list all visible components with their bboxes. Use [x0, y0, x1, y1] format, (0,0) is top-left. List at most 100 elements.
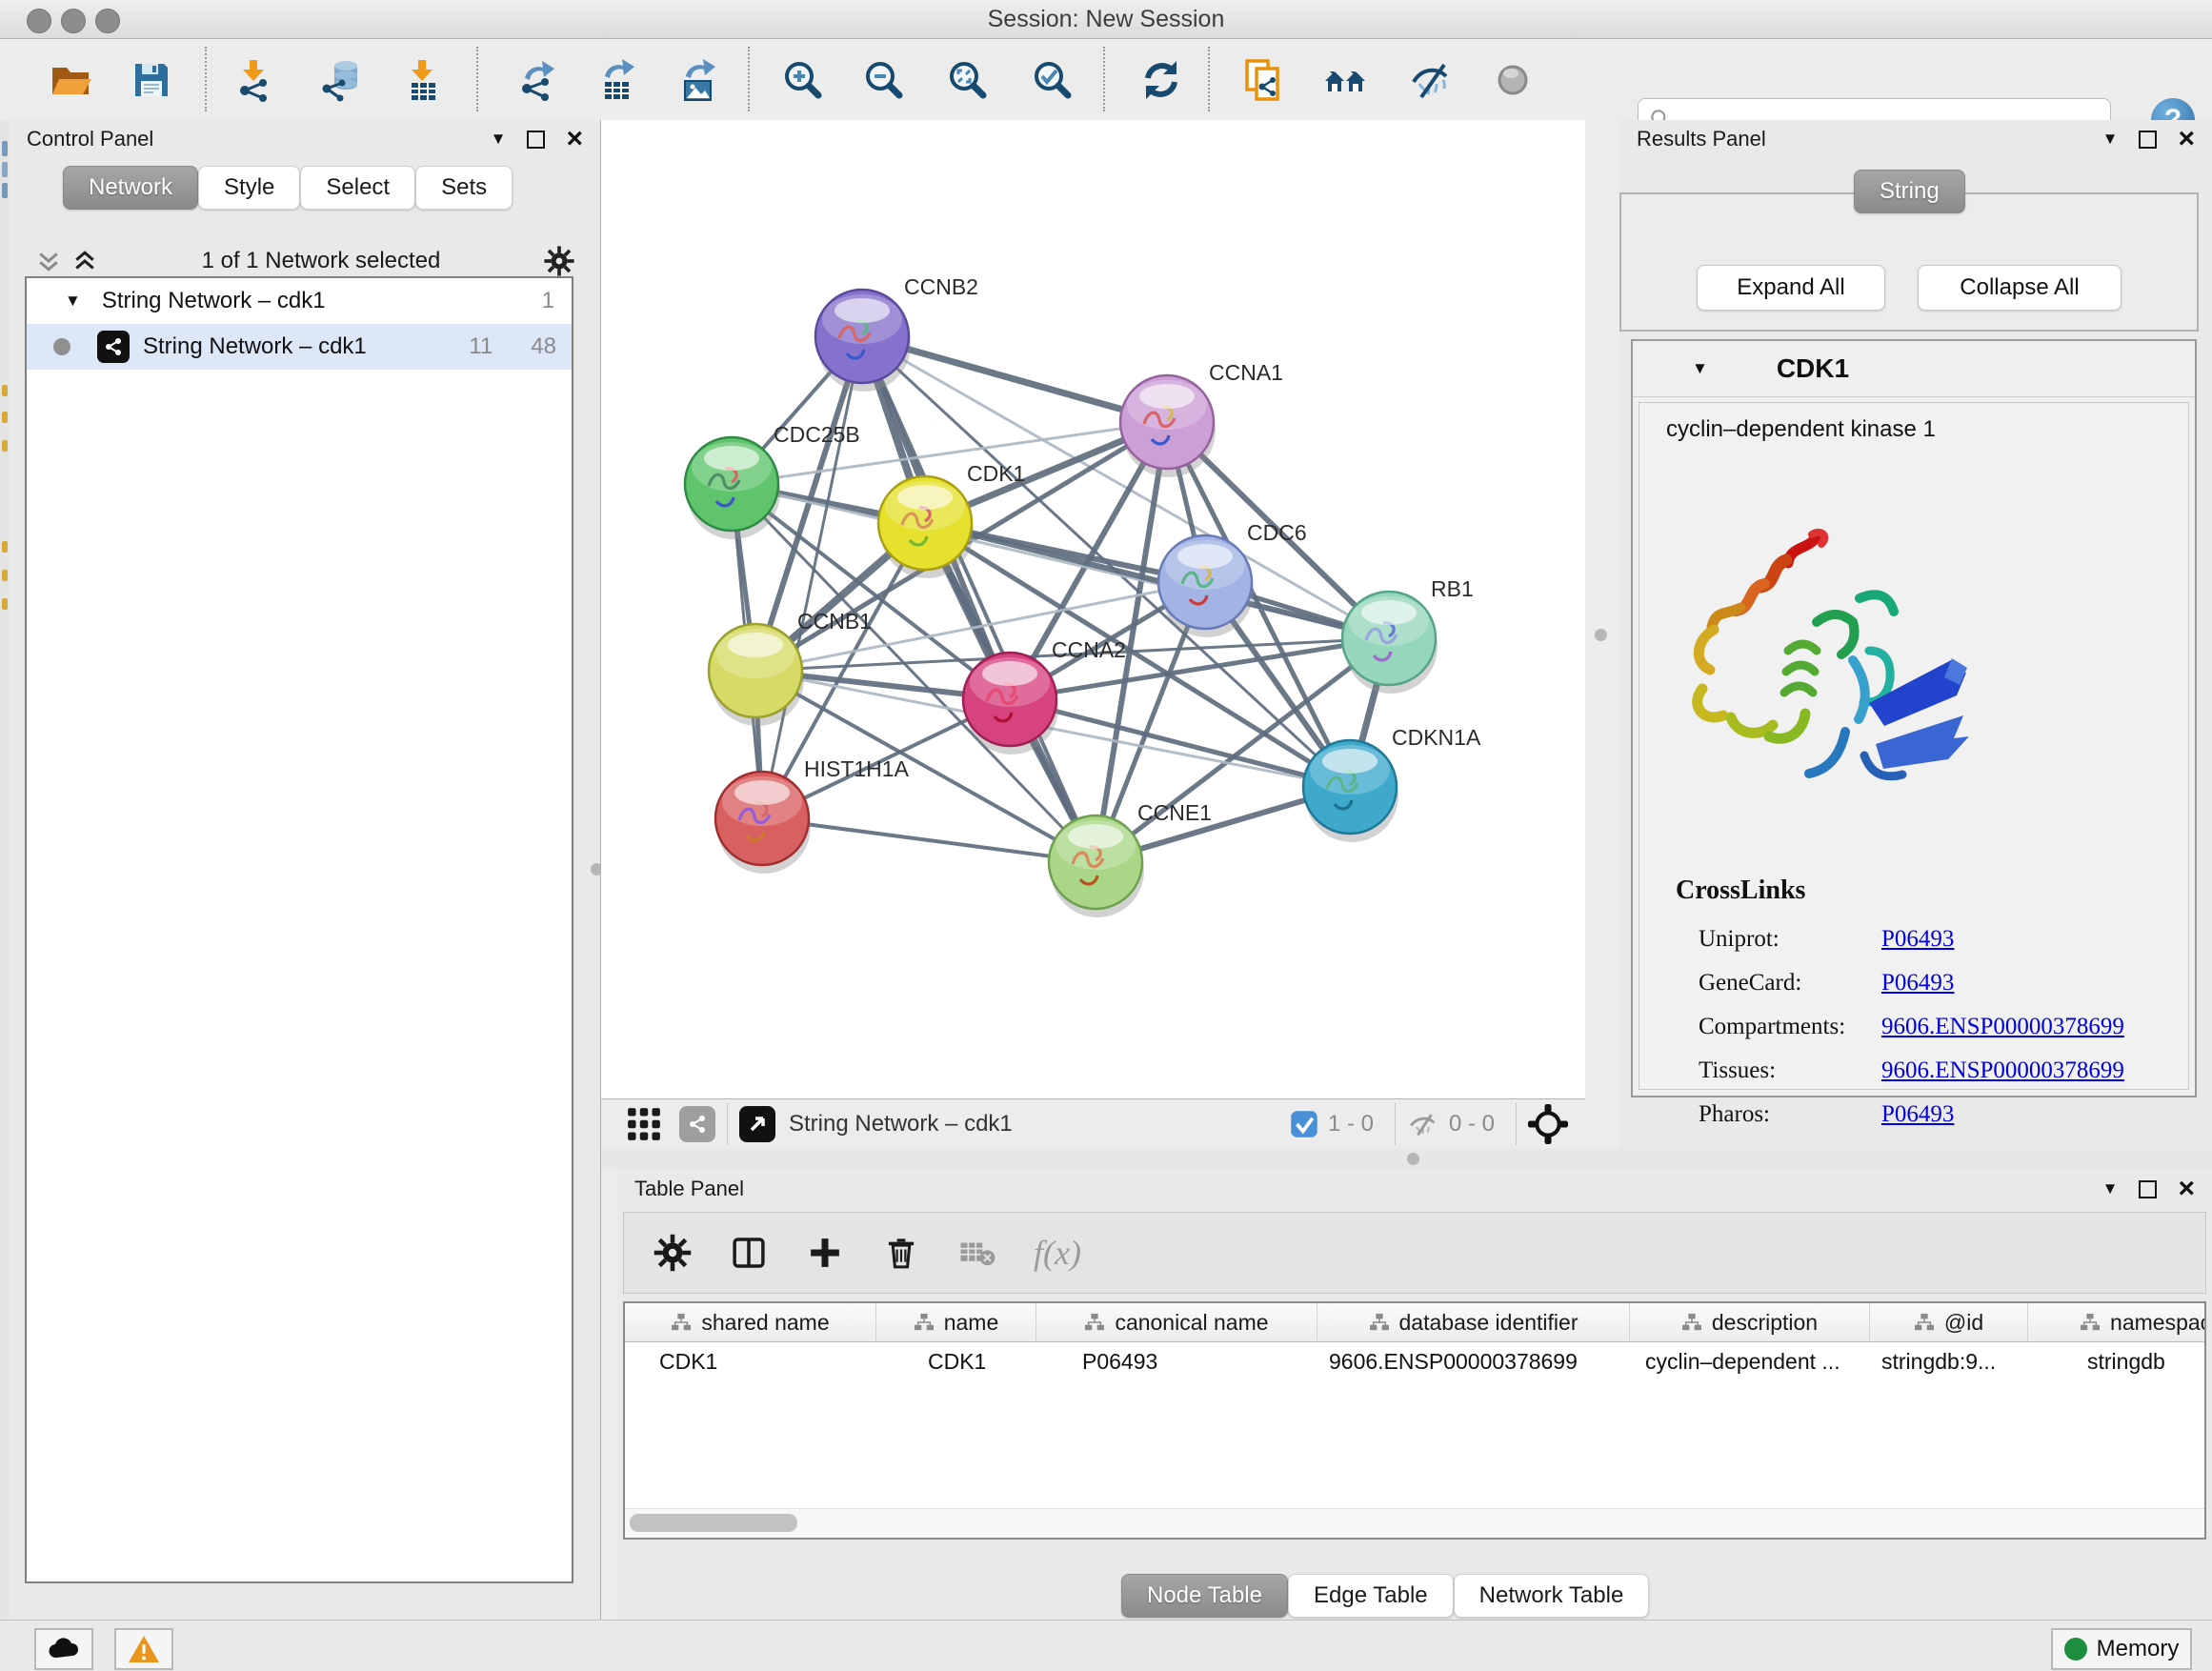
- column-header--id[interactable]: @id: [1870, 1303, 2028, 1341]
- horizontal-splitter-grip[interactable]: [1407, 1153, 1419, 1165]
- first-neighbors-button[interactable]: [1321, 56, 1369, 104]
- crosslink-label: GeneCard:: [1699, 970, 1801, 997]
- network-collection-row[interactable]: ▼ String Network – cdk1 1: [27, 278, 572, 324]
- crosslink-value-link[interactable]: P06493: [1881, 970, 1954, 997]
- expand-all-button[interactable]: Expand All: [1697, 265, 1885, 311]
- refresh-button[interactable]: [1137, 56, 1185, 104]
- network-edge[interactable]: [762, 336, 862, 818]
- collapse-all-icon[interactable]: [34, 247, 63, 275]
- network-node-CCNB2[interactable]: CCNB2: [815, 274, 978, 392]
- network-overview-button[interactable]: [679, 1106, 715, 1142]
- import-table-icon: [399, 57, 445, 103]
- node-table[interactable]: shared namenamecanonical namedatabase id…: [623, 1301, 2206, 1540]
- crosslink-value-link[interactable]: 9606.ENSP00000378699: [1881, 1014, 2124, 1040]
- maximize-panel-icon[interactable]: [2139, 131, 2157, 149]
- tab-string[interactable]: String: [1854, 170, 1965, 213]
- export-image-button[interactable]: [674, 56, 721, 104]
- zoom-selected-button[interactable]: [1029, 56, 1076, 104]
- expand-all-icon[interactable]: [70, 247, 99, 275]
- tab-network-table[interactable]: Network Table: [1454, 1574, 1650, 1618]
- close-panel-icon[interactable]: ×: [2178, 1179, 2195, 1198]
- export-table-button[interactable]: [593, 56, 640, 104]
- maximize-panel-icon[interactable]: [2139, 1180, 2157, 1198]
- column-header-canonical-name[interactable]: canonical name: [1036, 1303, 1317, 1341]
- show-columns-icon[interactable]: [729, 1233, 769, 1273]
- zoom-fit-button[interactable]: [944, 56, 992, 104]
- hidden-eye-slash-icon[interactable]: [1407, 1108, 1439, 1140]
- table-cell[interactable]: CDK1: [625, 1342, 876, 1380]
- zoom-out-button[interactable]: [860, 56, 908, 104]
- delete-column-trash-icon[interactable]: [881, 1233, 921, 1273]
- float-panel-icon[interactable]: ▼: [491, 130, 507, 149]
- network-node-RB1[interactable]: RB1: [1342, 576, 1474, 694]
- table-panel-title: Table Panel: [634, 1177, 2102, 1201]
- table-cell[interactable]: cyclin–dependent ...: [1630, 1342, 1870, 1380]
- network-row[interactable]: String Network – cdk1 11 48: [27, 324, 572, 370]
- memory-status-icon: [2064, 1638, 2087, 1661]
- float-panel-icon[interactable]: ▼: [2102, 130, 2119, 149]
- tab-edge-table[interactable]: Edge Table: [1288, 1574, 1454, 1618]
- float-panel-icon[interactable]: ▼: [2102, 1179, 2119, 1198]
- main-toolbar: ?: [0, 39, 2212, 121]
- network-edge[interactable]: [762, 818, 1096, 862]
- zoom-in-button[interactable]: [779, 56, 827, 104]
- scrollbar-thumb[interactable]: [630, 1514, 797, 1532]
- network-edge[interactable]: [862, 336, 1096, 862]
- crosshair-move-icon[interactable]: [1528, 1104, 1568, 1144]
- selected-checkbox-icon[interactable]: [1290, 1110, 1318, 1138]
- copy-style-button[interactable]: [1239, 56, 1287, 104]
- horizontal-scrollbar[interactable]: [625, 1508, 2204, 1538]
- tab-sets[interactable]: Sets: [415, 166, 513, 210]
- current-network-dot-icon: [53, 338, 70, 355]
- tab-style[interactable]: Style: [198, 166, 300, 210]
- detach-view-button[interactable]: [739, 1106, 775, 1142]
- tab-network[interactable]: Network: [63, 166, 198, 210]
- network-view-toolbar: String Network – cdk1 1 - 0 0 - 0: [601, 1098, 1585, 1150]
- add-column-plus-icon[interactable]: [805, 1233, 845, 1273]
- column-header-database-identifier[interactable]: database identifier: [1317, 1303, 1630, 1341]
- string-network-graph[interactable]: CCNB2CCNA1CDC25BCDK1CDC6RB1CCNB1CCNA2CDK…: [601, 120, 1585, 1098]
- column-header-namespace[interactable]: namespace: [2028, 1303, 2206, 1341]
- maximize-panel-icon[interactable]: [527, 131, 545, 149]
- table-cell[interactable]: stringdb: [2028, 1342, 2206, 1380]
- table-cell[interactable]: stringdb:9...: [1870, 1342, 2028, 1380]
- gear-icon[interactable]: [653, 1233, 693, 1273]
- column-header-description[interactable]: description: [1630, 1303, 1870, 1341]
- column-header-name[interactable]: name: [876, 1303, 1036, 1341]
- collapse-all-button[interactable]: Collapse All: [1918, 265, 2122, 311]
- gear-icon[interactable]: [543, 245, 575, 277]
- hide-selected-button[interactable]: [1407, 56, 1455, 104]
- import-network-icon: [231, 57, 276, 103]
- right-splitter-grip[interactable]: [1595, 629, 1607, 641]
- save-session-button[interactable]: [128, 56, 175, 104]
- import-network-from-database-button[interactable]: [318, 56, 366, 104]
- table-cell[interactable]: P06493: [1036, 1342, 1317, 1380]
- table-cell[interactable]: 9606.ENSP00000378699: [1317, 1342, 1630, 1380]
- cloud-button[interactable]: [34, 1628, 93, 1670]
- close-panel-icon[interactable]: ×: [566, 130, 583, 149]
- network-edge[interactable]: [925, 523, 1389, 638]
- close-panel-icon[interactable]: ×: [2178, 130, 2195, 149]
- import-table-button[interactable]: [398, 56, 446, 104]
- warnings-button[interactable]: [114, 1628, 173, 1670]
- grid-view-icon[interactable]: [626, 1106, 662, 1142]
- tab-select[interactable]: Select: [300, 166, 415, 210]
- import-network-button[interactable]: [230, 56, 277, 104]
- network-canvas[interactable]: CCNB2CCNA1CDC25BCDK1CDC6RB1CCNB1CCNA2CDK…: [601, 120, 1586, 1098]
- tab-node-table[interactable]: Node Table: [1121, 1574, 1288, 1618]
- protein-card-header[interactable]: ▼ CDK1: [1633, 341, 2195, 397]
- column-header-shared-name[interactable]: shared name: [625, 1303, 876, 1341]
- network-node-CCNA1[interactable]: CCNA1: [1120, 360, 1283, 477]
- crosslink-value-link[interactable]: P06493: [1881, 926, 1954, 953]
- memory-button[interactable]: Memory: [2051, 1628, 2192, 1670]
- open-session-button[interactable]: [47, 56, 94, 104]
- crosslink-value-link[interactable]: P06493: [1881, 1101, 1954, 1128]
- network-node-HIST1H1A[interactable]: HIST1H1A: [715, 756, 910, 874]
- tree-expand-icon[interactable]: ▼: [65, 292, 81, 311]
- table-row[interactable]: CDK1CDK1P064939606.ENSP00000378699cyclin…: [625, 1342, 2204, 1380]
- crosslink-value-link[interactable]: 9606.ENSP00000378699: [1881, 1057, 2124, 1084]
- show-all-button[interactable]: [1489, 56, 1537, 104]
- table-cell[interactable]: CDK1: [876, 1342, 1036, 1380]
- export-network-button[interactable]: [513, 56, 560, 104]
- collapse-entry-icon[interactable]: ▼: [1692, 359, 1708, 378]
